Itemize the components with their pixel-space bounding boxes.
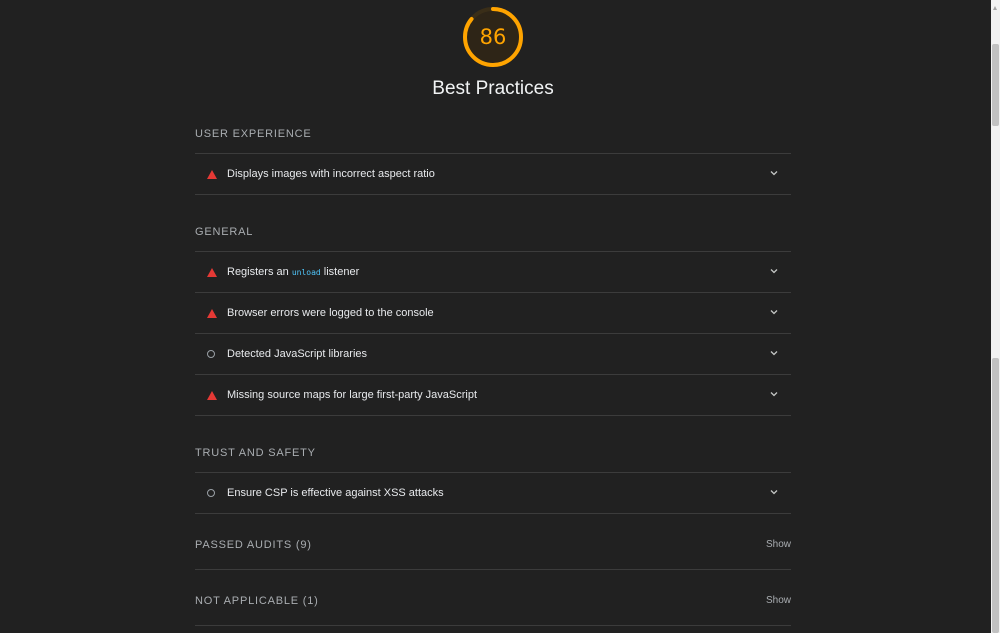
category-title: Best Practices <box>432 78 554 99</box>
not-applicable-label: NOT APPLICABLE (1) <box>195 594 319 607</box>
scrollbar[interactable] <box>991 0 1000 633</box>
chevron-down-icon[interactable] <box>769 487 779 497</box>
audit-row[interactable]: Browser errors were logged to the consol… <box>195 293 791 334</box>
audit-title: Missing source maps for large first-part… <box>227 389 478 401</box>
code-snippet: unload <box>291 268 321 277</box>
informative-circle-icon <box>195 334 227 374</box>
group-title-user-experience: USER EXPERIENCE <box>195 116 791 154</box>
chevron-down-icon[interactable] <box>769 266 779 276</box>
group-title-general: GENERAL <box>195 214 791 252</box>
audit-row[interactable]: Missing source maps for large first-part… <box>195 375 791 416</box>
not-applicable-show-button[interactable]: Show <box>766 589 791 606</box>
audit-title: Ensure CSP is effective against XSS atta… <box>227 487 444 499</box>
chevron-down-icon[interactable] <box>769 307 779 317</box>
audit-groups: USER EXPERIENCE Displays images with inc… <box>195 116 791 626</box>
chevron-down-icon[interactable] <box>769 348 779 358</box>
audit-row[interactable]: Displays images with incorrect aspect ra… <box>195 154 791 195</box>
warning-triangle-icon <box>195 154 227 194</box>
audit-title-prefix: Registers an <box>227 266 292 278</box>
scrollbar-thumb-top[interactable] <box>992 44 999 126</box>
passed-audits-row[interactable]: PASSED AUDITS (9) Show <box>195 514 791 570</box>
scrollbar-thumb[interactable] <box>992 358 999 633</box>
passed-audits-label: PASSED AUDITS (9) <box>195 538 312 551</box>
scroll-up-arrow-icon[interactable] <box>991 0 1000 16</box>
audit-title-suffix: listener <box>320 266 360 278</box>
audit-row[interactable]: Ensure CSP is effective against XSS atta… <box>195 473 791 514</box>
group-title-trust-and-safety: TRUST AND SAFETY <box>195 435 791 473</box>
chevron-down-icon[interactable] <box>769 389 779 399</box>
audit-title: Displays images with incorrect aspect ra… <box>227 168 435 180</box>
warning-triangle-icon <box>195 375 227 415</box>
warning-triangle-icon <box>195 252 227 292</box>
informative-circle-icon <box>195 473 227 513</box>
not-applicable-row[interactable]: NOT APPLICABLE (1) Show <box>195 570 791 626</box>
audit-row[interactable]: Detected JavaScript libraries <box>195 334 791 375</box>
audit-title: Browser errors were logged to the consol… <box>227 307 434 319</box>
warning-triangle-icon <box>195 293 227 333</box>
audit-title: Registers an unload listener <box>227 266 791 278</box>
lighthouse-report: 86 Best Practices USER EXPERIENCE Displa… <box>0 0 1000 633</box>
audit-title: Detected JavaScript libraries <box>227 348 368 360</box>
score-value: 86 <box>479 25 507 49</box>
score-gauge[interactable]: 86 <box>462 6 524 68</box>
passed-audits-show-button[interactable]: Show <box>766 533 791 550</box>
audit-row[interactable]: Registers an unload listener <box>195 252 791 293</box>
chevron-down-icon[interactable] <box>769 168 779 178</box>
